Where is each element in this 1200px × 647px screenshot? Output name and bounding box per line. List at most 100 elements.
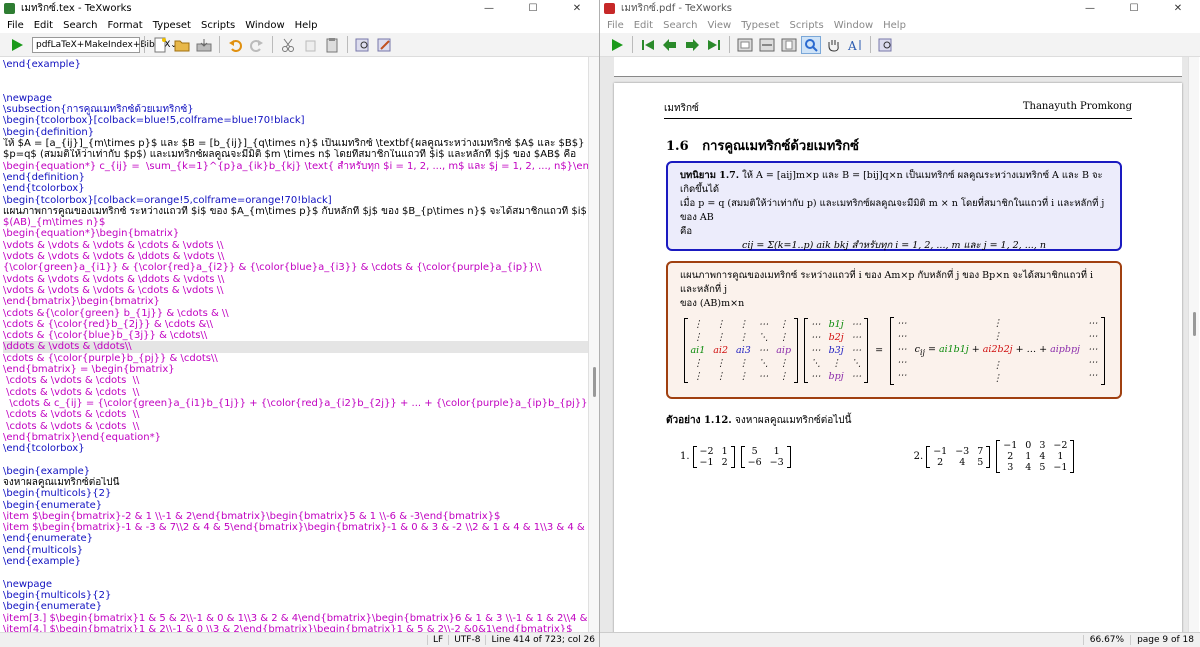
source-line[interactable] (3, 70, 588, 81)
fit-page-icon[interactable] (779, 36, 799, 54)
close-button[interactable]: ✕ (555, 3, 599, 14)
source-line[interactable]: \begin{enumerate} (3, 500, 588, 511)
viewer-menu-window[interactable]: Window (829, 20, 878, 31)
source-line[interactable]: \ddots & \vdots & \ddots\\ (3, 341, 588, 353)
source-editor[interactable]: \end{example} \newpage \subsection{การคูณเ… (0, 57, 588, 632)
undo-icon[interactable] (225, 36, 245, 54)
viewer-scroll-thumb[interactable] (1193, 312, 1196, 336)
viewer-vertical-scrollbar[interactable] (1188, 57, 1199, 632)
source-line[interactable]: \item[4.] $\begin{bmatrix}1 & 2\\-1 & 0 … (3, 624, 588, 632)
viewer-menu-scripts[interactable]: Scripts (784, 20, 828, 31)
source-line[interactable]: \begin{tcolorbox}[colback=orange!5,colfr… (3, 195, 588, 206)
next-page-icon[interactable] (682, 36, 702, 54)
viewer-menu-view[interactable]: View (702, 20, 736, 31)
menu-file[interactable]: File (2, 20, 29, 31)
viewer-close-button[interactable]: ✕ (1156, 3, 1200, 14)
find-in-pdf-icon[interactable] (876, 36, 896, 54)
first-page-icon[interactable] (638, 36, 658, 54)
viewer-menu-search[interactable]: Search (658, 20, 702, 31)
source-line[interactable]: \vdots & \vdots & \vdots & \ddots & \vdo… (3, 251, 588, 262)
source-line[interactable]: \end{example} (3, 556, 588, 567)
viewer-maximize-button[interactable]: ☐ (1112, 3, 1156, 14)
menu-window[interactable]: Window (240, 20, 289, 31)
source-line[interactable]: \vdots & \vdots & \vdots & \ddots & \vdo… (3, 274, 588, 285)
source-line[interactable]: \end{enumerate} (3, 533, 588, 544)
source-line[interactable]: \newpage (3, 579, 588, 590)
find-icon[interactable] (353, 36, 373, 54)
hand-tool-icon[interactable] (823, 36, 843, 54)
source-line[interactable]: \begin{definition} (3, 127, 588, 138)
minimize-button[interactable]: — (467, 3, 511, 14)
open-folder-icon[interactable] (172, 36, 192, 54)
source-line[interactable]: \cdots & \vdots & \cdots \\ (3, 409, 588, 420)
copy-icon[interactable] (300, 36, 320, 54)
cursor-position[interactable]: Line 414 of 723; col 26 (485, 635, 599, 645)
source-line[interactable]: แผนภาพการคูณของเมทริกซ์ ระหว่างแถวที่ $i… (3, 206, 588, 217)
source-line[interactable]: $(AB)_{m\times n}$ (3, 217, 588, 228)
source-line[interactable]: \begin{example} (3, 466, 588, 477)
previous-page-icon[interactable] (660, 36, 680, 54)
source-line[interactable]: {\color{green}a_{i1}} & {\color{red}a_{i… (3, 262, 588, 273)
redo-icon[interactable] (247, 36, 267, 54)
encoding-indicator[interactable]: UTF-8 (448, 635, 485, 645)
source-line[interactable]: จงหาผลคูณเมทริกซ์ต่อไปนี้ (3, 477, 588, 488)
source-line[interactable]: \end{bmatrix}\begin{bmatrix} (3, 296, 588, 307)
source-line[interactable]: \cdots & {\color{red}b_{2j}} & \cdots &\… (3, 319, 588, 330)
viewer-minimize-button[interactable]: — (1068, 3, 1112, 14)
source-line[interactable]: \cdots &{\color{green} b_{1j}} & \cdots … (3, 308, 588, 319)
source-line[interactable]: \cdots & c_{ij} = {\color{green}a_{i1}b_… (3, 398, 588, 409)
source-line[interactable]: \begin{equation*}\begin{bmatrix} (3, 228, 588, 239)
select-text-icon[interactable]: A (845, 36, 865, 54)
zoom-tool-icon[interactable] (801, 35, 821, 54)
source-line[interactable]: \end{bmatrix} = \begin{bmatrix} (3, 364, 588, 375)
maximize-button[interactable]: ☐ (511, 3, 555, 14)
pdf-view[interactable]: เมทริกซ์ Thanayuth Promkong 1.6 การคูณเม… (600, 57, 1188, 632)
source-line[interactable]: \end{definition} (3, 172, 588, 183)
source-line[interactable]: \newpage (3, 93, 588, 104)
typeset-play-icon[interactable] (607, 36, 627, 54)
source-line[interactable]: \cdots & \vdots & \cdots \\ (3, 375, 588, 386)
source-line[interactable]: \cdots & {\color{blue}b_{3j}} & \cdots\\ (3, 330, 588, 341)
source-line[interactable]: \cdots & {\color{purple}b_{pj}} & \cdots… (3, 353, 588, 364)
menu-edit[interactable]: Edit (29, 20, 58, 31)
source-line[interactable]: \begin{multicols}{2} (3, 488, 588, 499)
editor-scroll-thumb[interactable] (593, 367, 596, 397)
source-line[interactable]: \item[3.] $\begin{bmatrix}1 & 5 & 2\\-1 … (3, 613, 588, 624)
source-line[interactable] (3, 82, 588, 93)
actual-size-icon[interactable] (735, 36, 755, 54)
source-line[interactable]: \cdots & \vdots & \cdots \\ (3, 387, 588, 398)
typeset-play-icon[interactable] (7, 36, 27, 54)
source-line[interactable]: \begin{tcolorbox}[colback=blue!5,colfram… (3, 115, 588, 126)
last-page-icon[interactable] (704, 36, 724, 54)
typeset-engine-select[interactable]: pdfLaTeX+MakeIndex+BibTeX ⌄ (32, 36, 177, 53)
editor-vertical-scrollbar[interactable] (588, 57, 599, 632)
source-line[interactable]: \end{example} (3, 59, 588, 70)
source-line[interactable]: \begin{enumerate} (3, 601, 588, 612)
source-line[interactable]: \end{multicols} (3, 545, 588, 556)
source-line[interactable]: \item $\begin{bmatrix}-1 & -3 & 7\\2 & 4… (3, 522, 588, 533)
zoom-level[interactable]: 66.67% (1082, 635, 1130, 645)
source-line[interactable]: $p=q$ (สมมติให้ว่าเท่ากับ $p$) และเมทริก… (3, 149, 588, 160)
source-line[interactable]: \vdots & \vdots & \vdots & \cdots & \vdo… (3, 240, 588, 251)
viewer-menu-typeset[interactable]: Typeset (736, 20, 784, 31)
source-line[interactable]: \item $\begin{bmatrix}-2 & 1 \\-1 & 2\en… (3, 511, 588, 522)
new-file-icon[interactable] (150, 36, 170, 54)
source-line[interactable]: \end{tcolorbox} (3, 443, 588, 454)
source-line[interactable]: \cdots & \vdots & \cdots \\ (3, 421, 588, 432)
menu-help[interactable]: Help (290, 20, 323, 31)
save-icon[interactable] (194, 36, 214, 54)
menu-scripts[interactable]: Scripts (196, 20, 240, 31)
source-line[interactable]: \vdots & \vdots & \vdots & \cdots & \vdo… (3, 285, 588, 296)
cut-icon[interactable] (278, 36, 298, 54)
source-line[interactable] (3, 454, 588, 465)
viewer-menu-file[interactable]: File (602, 20, 629, 31)
source-line[interactable] (3, 567, 588, 578)
menu-format[interactable]: Format (102, 20, 147, 31)
source-line[interactable]: \end{tcolorbox} (3, 183, 588, 194)
replace-icon[interactable] (375, 36, 395, 54)
source-line[interactable]: \end{bmatrix}\end{equation*} (3, 432, 588, 443)
viewer-menu-edit[interactable]: Edit (629, 20, 658, 31)
source-line[interactable]: \begin{multicols}{2} (3, 590, 588, 601)
fit-width-icon[interactable] (757, 36, 777, 54)
line-ending-indicator[interactable]: LF (427, 635, 448, 645)
